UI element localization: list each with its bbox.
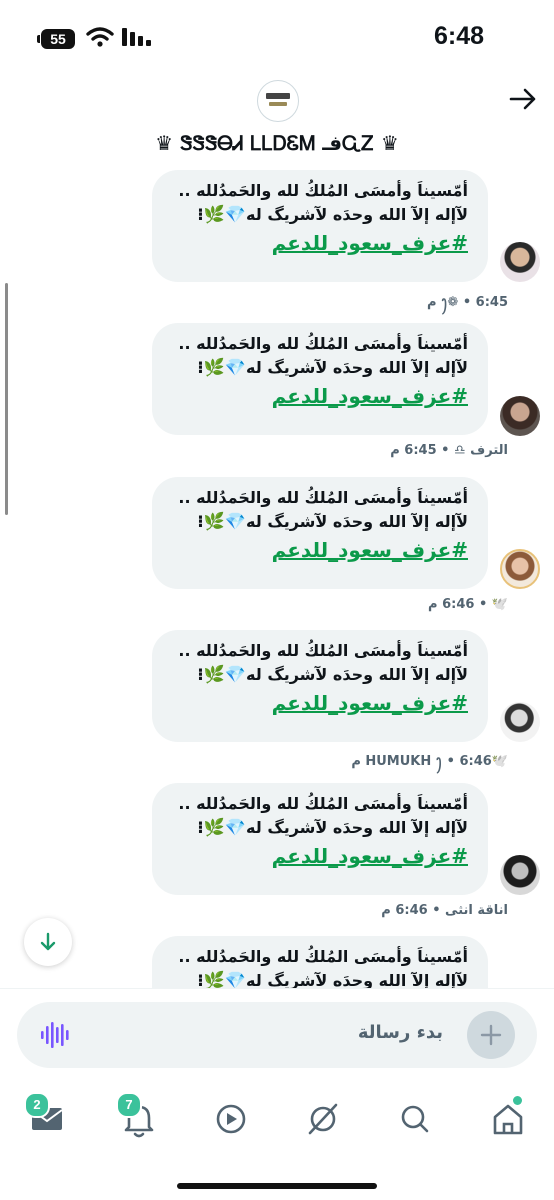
- grok-icon: [308, 1103, 338, 1135]
- message-line: أمّسيناَ وأمسَى المُلكُ لله والحَمدُلله …: [178, 947, 468, 966]
- message-line: لآإله إلآ الله وحدَه لآشريگ له💎🌿⁝: [166, 815, 468, 841]
- play-icon: [216, 1104, 246, 1134]
- message-emoji: 💎🌿⁝: [197, 205, 247, 225]
- nav-home[interactable]: [480, 1094, 536, 1144]
- message-line: لآإله إلآ الله وحدَه لآشريگ له💎🌿⁝: [166, 662, 468, 688]
- nav-video[interactable]: [203, 1094, 259, 1144]
- hashtag-link[interactable]: #عزف_سعود_للدعم: [166, 381, 468, 411]
- wifi-icon: [86, 27, 114, 47]
- home-indicator: [177, 1183, 377, 1189]
- message-line: أمّسيناَ وأمسَى المُلكُ لله والحَمدُلله …: [178, 794, 468, 813]
- sender-avatar[interactable]: [500, 396, 540, 436]
- scrollbar[interactable]: [5, 283, 8, 515]
- message-bubble[interactable]: أمّسيناَ وأمسَى المُلكُ لله والحَمدُلله …: [152, 477, 488, 589]
- notifications-badge: 7: [116, 1092, 142, 1118]
- message-text: لآإله إلآ الله وحدَه لآشريگ له: [246, 512, 468, 531]
- message-bubble[interactable]: أمّسيناَ وأمسَى المُلكُ لله والحَمدُلله …: [152, 783, 488, 895]
- nav-notifications[interactable]: 7: [110, 1092, 166, 1144]
- search-icon: [401, 1105, 429, 1133]
- logo-mark-sub: [269, 102, 287, 106]
- message-line: أمّسيناَ وأمسَى المُلكُ لله والحَمدُلله …: [178, 334, 468, 353]
- clock: 6:48: [434, 22, 485, 50]
- group-avatar[interactable]: [257, 80, 299, 122]
- message-line: لآإله إلآ الله وحدَه لآشريگ له💎🌿⁝: [166, 355, 468, 381]
- bottom-nav: 2 7: [0, 1080, 554, 1200]
- message-line: أمّسيناَ وأمسَى المُلكُ لله والحَمدُلله …: [178, 181, 468, 200]
- nav-grok[interactable]: [295, 1094, 351, 1144]
- add-attachment-button[interactable]: [467, 1011, 515, 1059]
- message-line: أمّسيناَ وأمسَى المُلكُ لله والحَمدُلله …: [178, 641, 468, 660]
- sender-avatar[interactable]: [500, 242, 540, 282]
- status-bar: 55 6:48: [0, 0, 554, 70]
- message-bubble[interactable]: أمّسيناَ وأمسَى المُلكُ لله والحَمدُلله …: [152, 630, 488, 742]
- messages-badge: 2: [24, 1092, 50, 1118]
- nav-messages[interactable]: 2: [18, 1092, 74, 1144]
- hashtag-link[interactable]: #عزف_سعود_للدعم: [166, 535, 468, 565]
- home-icon: [493, 1104, 523, 1135]
- message-line: لآإله إلآ الله وحدَه لآشريگ له💎🌿⁝: [166, 509, 468, 535]
- message-line: أمّسيناَ وأمسَى المُلكُ لله والحَمدُلله …: [178, 488, 468, 507]
- message-composer[interactable]: بدء رسالة: [17, 1002, 537, 1068]
- back-arrow-icon[interactable]: [508, 84, 538, 114]
- sender-avatar[interactable]: [500, 855, 540, 895]
- hashtag-link[interactable]: #عزف_سعود_للدعم: [166, 841, 468, 871]
- message-line: لآإله إلآ الله وحدَه لآشريگ له💎🌿⁝: [166, 202, 468, 228]
- message-emoji: 💎🌿⁝: [197, 512, 247, 532]
- arrow-down-icon: [40, 932, 56, 951]
- hashtag-link[interactable]: #عزف_سعود_للدعم: [166, 228, 468, 258]
- scroll-to-bottom-button[interactable]: [24, 918, 72, 966]
- logo-mark: [266, 93, 290, 99]
- voice-message-icon[interactable]: [39, 1020, 69, 1050]
- message-meta: 🕊️HUMUKH ꫂ • 6:46 م: [351, 754, 508, 769]
- message-meta: اناقة انثى • 6:46 م: [381, 903, 508, 918]
- sender-avatar[interactable]: [500, 702, 540, 742]
- message-input[interactable]: بدء رسالة: [358, 1022, 443, 1043]
- conversation-title[interactable]: ♛ ᏩᏃفـ ᏕᏕᏕᎾᏗ ᏞᏞᎠᏋᎷ ♛: [0, 131, 554, 155]
- hashtag-link[interactable]: #عزف_سعود_للدعم: [166, 688, 468, 718]
- plus-icon: [480, 1024, 502, 1046]
- message-text: لآإله إلآ الله وحدَه لآشريگ له: [246, 818, 468, 837]
- message-meta: ꫂ❁ • 6:45 م: [427, 295, 508, 310]
- message-emoji: 💎🌿⁝: [197, 665, 247, 685]
- nav-search[interactable]: [387, 1094, 443, 1144]
- message-text: لآإله إلآ الله وحدَه لآشريگ له: [246, 205, 468, 224]
- message-bubble[interactable]: أمّسيناَ وأمسَى المُلكُ لله والحَمدُلله …: [152, 170, 488, 282]
- message-meta: الترف ♎︎ • 6:45 م: [390, 443, 508, 458]
- cellular-signal-icon: [122, 28, 151, 46]
- message-bubble[interactable]: أمّسيناَ وأمسَى المُلكُ لله والحَمدُلله …: [152, 323, 488, 435]
- sender-avatar[interactable]: [500, 549, 540, 589]
- message-emoji: 💎🌿⁝: [197, 358, 247, 378]
- battery-indicator: 55: [37, 29, 75, 49]
- message-text: لآإله إلآ الله وحدَه لآشريگ له: [246, 358, 468, 377]
- home-new-indicator: [513, 1096, 522, 1105]
- message-text: لآإله إلآ الله وحدَه لآشريگ له: [246, 665, 468, 684]
- message-emoji: 💎🌿⁝: [197, 818, 247, 838]
- message-meta: 🕊️ • 6:46 م: [428, 597, 508, 612]
